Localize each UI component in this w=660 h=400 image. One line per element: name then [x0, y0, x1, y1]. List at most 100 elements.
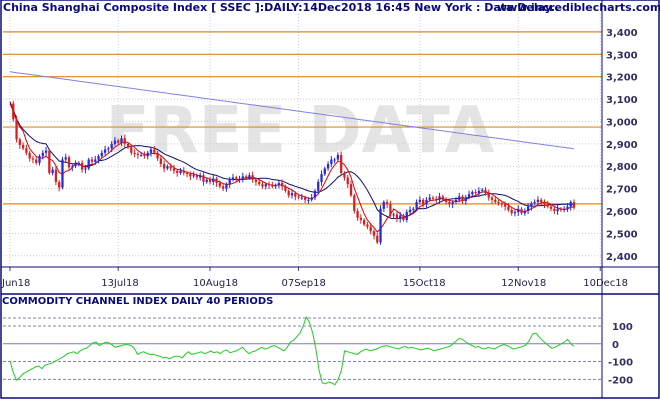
candle-body — [244, 176, 248, 178]
candle-body — [471, 191, 474, 195]
candle-body — [67, 157, 71, 168]
candle-body — [277, 183, 281, 186]
candle-body — [281, 183, 284, 187]
candle-body — [320, 174, 323, 182]
cci-tick-label: -100 — [608, 358, 633, 369]
candle-body — [379, 208, 382, 243]
candle-body — [441, 196, 444, 200]
candle-body — [251, 175, 254, 180]
candle-body — [481, 189, 484, 191]
candle-body — [412, 208, 415, 210]
cci-tick-label: 100 — [612, 322, 633, 333]
y-tick-label: 3,200 — [606, 73, 638, 84]
candle-body — [162, 164, 166, 169]
candle-body — [235, 177, 238, 180]
candle-body — [133, 152, 136, 154]
x-tick-label: 15Oct18 — [403, 278, 446, 289]
candle-body — [35, 159, 38, 163]
y-tick-label: 3,300 — [606, 50, 638, 61]
candle-body — [28, 152, 31, 159]
candle-body — [48, 150, 51, 173]
candle-body — [84, 168, 87, 170]
candle-body — [415, 202, 418, 209]
candle-body — [372, 231, 376, 236]
candle-body — [536, 199, 540, 203]
candle-body — [192, 175, 195, 177]
background — [0, 0, 660, 400]
candle-body — [215, 178, 218, 184]
candle-body — [172, 168, 176, 171]
candle-body — [294, 193, 297, 197]
candle-body — [113, 140, 117, 144]
candle-body — [464, 197, 467, 201]
candle-body — [146, 152, 149, 157]
candle-body — [41, 152, 44, 157]
candle-body — [359, 217, 363, 220]
candle-body — [454, 199, 458, 203]
candle-body — [310, 197, 313, 200]
candle-body — [94, 159, 97, 162]
candle-body — [556, 208, 559, 212]
candle-body — [330, 159, 333, 165]
candle-body — [261, 184, 264, 187]
y-tick-label: 2,700 — [606, 185, 638, 196]
candle-body — [566, 206, 569, 209]
y-tick-label: 2,900 — [606, 140, 638, 151]
candle-body — [156, 152, 159, 159]
x-tick-label: 10Dec18 — [583, 278, 628, 289]
candle-body — [195, 175, 199, 178]
candle-body — [349, 184, 353, 196]
candle-body — [120, 138, 123, 143]
candle-body — [100, 152, 103, 157]
candle-body — [15, 119, 18, 140]
candle-body — [38, 156, 41, 163]
candle-body — [487, 193, 490, 198]
candle-body — [431, 197, 435, 199]
candle-body — [271, 185, 274, 187]
candle-body — [61, 159, 64, 188]
candle-body — [530, 203, 533, 207]
candle-body — [51, 169, 54, 173]
candle-body — [369, 226, 372, 232]
candle-body — [523, 211, 526, 214]
candle-body — [123, 138, 126, 144]
candle-body — [389, 204, 392, 216]
candle-body — [313, 190, 317, 198]
x-tick-label: 07Sep18 — [282, 278, 326, 289]
candle-body — [343, 172, 346, 178]
candle-body — [225, 184, 228, 189]
candle-body — [31, 158, 35, 160]
candle-body — [117, 140, 120, 143]
candle-body — [317, 181, 320, 191]
candle-body — [467, 194, 471, 198]
candle-body — [307, 199, 310, 201]
indicator-title: COMMODITY CHANNEL INDEX DAILY 40 PERIODS — [2, 296, 274, 307]
candle-body — [553, 208, 556, 212]
candle-body — [490, 197, 494, 200]
candle-body — [484, 189, 487, 194]
candle-body — [497, 202, 500, 204]
candle-body — [238, 178, 241, 180]
candle-body — [418, 199, 422, 203]
candle-body — [503, 204, 507, 207]
candle-body — [54, 169, 58, 182]
candle-body — [526, 206, 530, 212]
candle-body — [71, 166, 74, 168]
candle-body — [323, 168, 326, 175]
candle-body — [520, 208, 523, 214]
candle-body — [228, 179, 231, 185]
candle-body — [543, 202, 546, 205]
candle-body — [346, 177, 349, 185]
cci-tick-label: -200 — [608, 375, 633, 386]
site-label[interactable]: www.incrediblecharts.com — [497, 1, 660, 14]
y-tick-label: 2,400 — [606, 252, 638, 263]
candle-body — [572, 202, 576, 208]
candle-body — [221, 186, 225, 189]
candle-body — [179, 170, 182, 173]
candle-body — [140, 155, 143, 157]
candle-body — [136, 153, 140, 156]
y-tick-label: 3,000 — [606, 117, 638, 128]
candle-body — [382, 202, 385, 209]
candle-body — [218, 183, 222, 187]
y-tick-label: 2,600 — [606, 207, 638, 218]
